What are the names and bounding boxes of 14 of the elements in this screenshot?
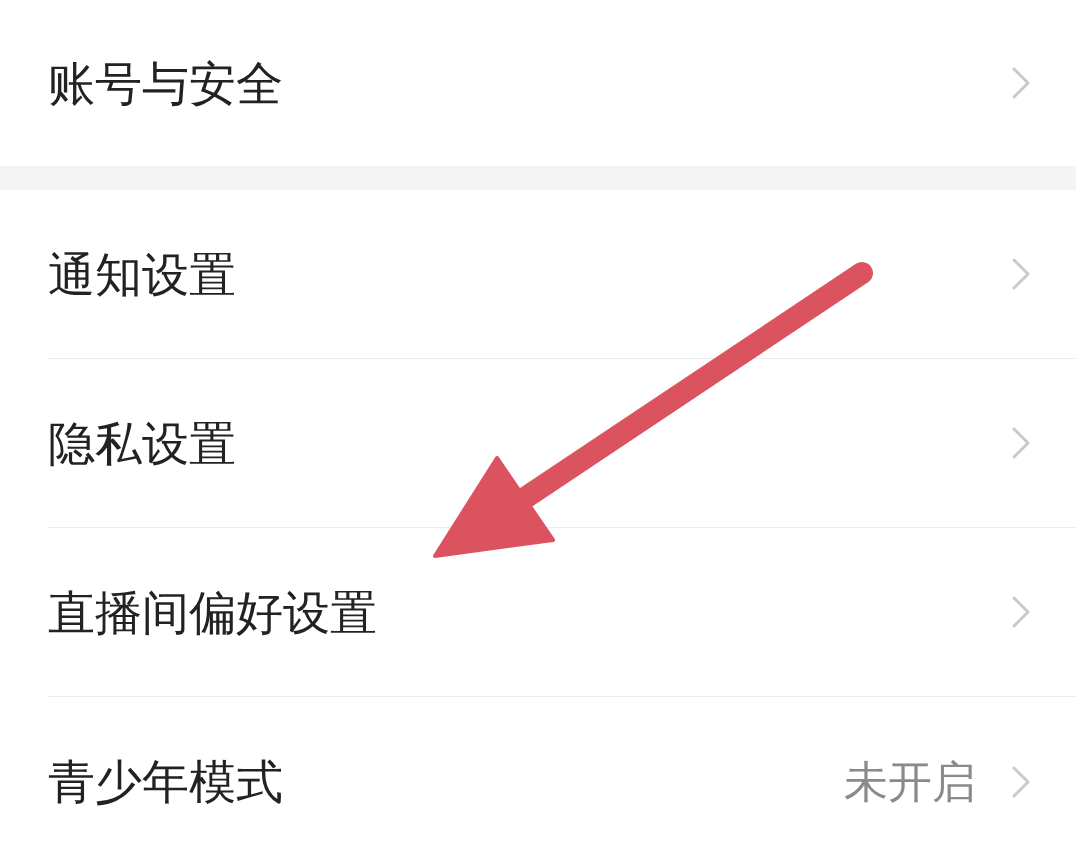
chevron-right-icon	[1012, 258, 1030, 290]
settings-row[interactable]: 通知设置	[48, 190, 1076, 359]
settings-label: 通知设置	[48, 250, 236, 298]
settings-row[interactable]: 账号与安全	[48, 0, 1076, 166]
chevron-right-icon	[1012, 765, 1030, 798]
settings-label: 直播间偏好设置	[48, 588, 377, 636]
settings-row[interactable]: 青少年模式 未开启	[48, 697, 1076, 860]
settings-label: 隐私设置	[48, 419, 236, 467]
chevron-right-icon	[1012, 67, 1030, 99]
chevron-right-icon	[1012, 427, 1030, 459]
status-value: 未开启	[844, 759, 976, 804]
settings-label: 账号与安全	[48, 59, 283, 107]
chevron-right-icon	[1012, 596, 1030, 628]
settings-label: 青少年模式	[48, 758, 283, 805]
